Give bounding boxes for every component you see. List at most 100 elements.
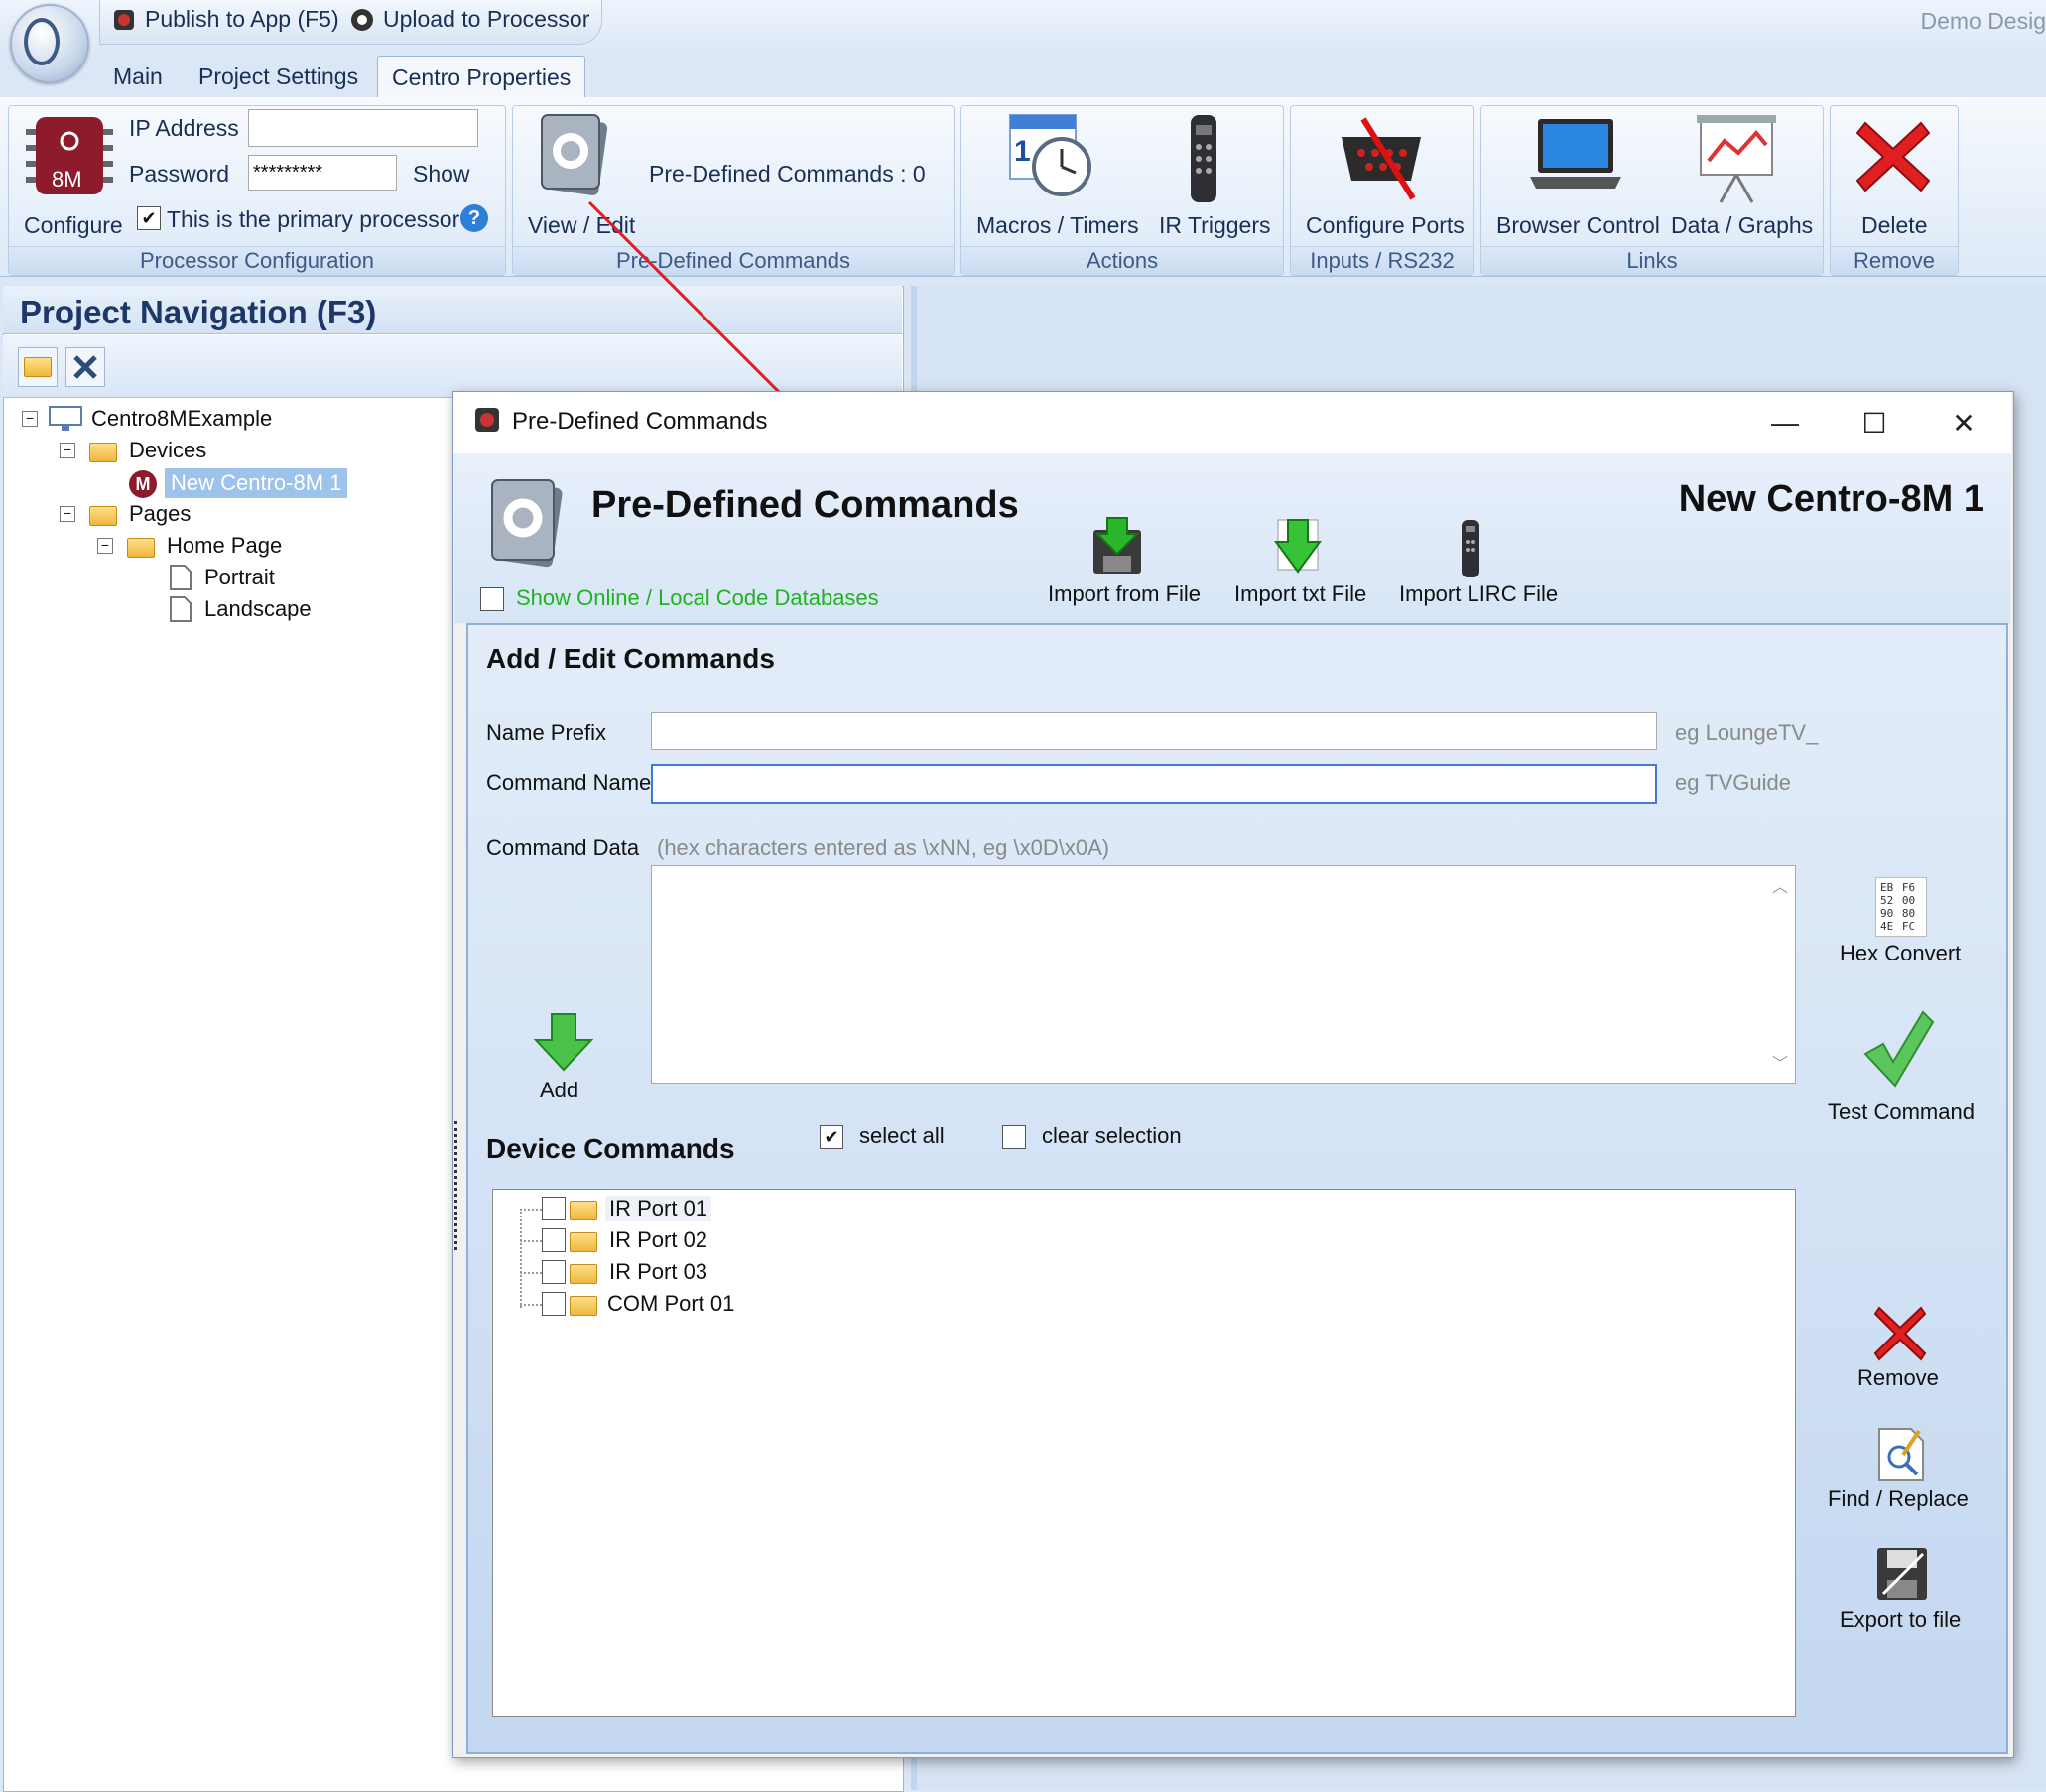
- browser-control-label: Browser Control: [1496, 212, 1660, 238]
- minimize-button[interactable]: —: [1740, 393, 1830, 452]
- ir-triggers-button[interactable]: [1187, 113, 1220, 209]
- select-all-checkbox[interactable]: ✔: [820, 1125, 843, 1149]
- tree-landscape[interactable]: Landscape: [204, 596, 312, 622]
- project-navigation-title: Project Navigation (F3): [20, 294, 377, 330]
- tree-line: [520, 1209, 522, 1308]
- port-checkbox[interactable]: [542, 1260, 566, 1284]
- primary-processor-checkbox[interactable]: ✔: [137, 206, 161, 230]
- app-title: Demo Desig: [1920, 8, 2046, 34]
- red-x-icon: [1873, 1306, 1927, 1361]
- publish-to-app-button[interactable]: Publish to App (F5): [111, 6, 339, 33]
- port-folder-icon: [570, 1264, 597, 1284]
- green-checkmark-icon: [1863, 1010, 1935, 1088]
- clear-selection-checkbox[interactable]: [1002, 1125, 1026, 1149]
- delete-button[interactable]: [1855, 119, 1931, 199]
- command-data-textarea[interactable]: [651, 865, 1796, 1084]
- test-command-button[interactable]: [1861, 1010, 1935, 1094]
- close-icon: [73, 355, 97, 379]
- upload-to-processor-button[interactable]: Upload to Processor: [349, 6, 589, 33]
- import-txt-file-button[interactable]: [1270, 516, 1326, 582]
- remove-command-button[interactable]: [1873, 1306, 1927, 1366]
- delete-label: Delete: [1861, 212, 1928, 238]
- show-online-label[interactable]: Show Online / Local Code Databases: [516, 585, 879, 611]
- command-name-label: Command Name: [486, 770, 652, 795]
- open-folder-button[interactable]: [18, 347, 58, 387]
- tree-pages[interactable]: Pages: [129, 501, 191, 527]
- command-name-hint: eg TVGuide: [1675, 770, 1792, 795]
- add-command-button[interactable]: [532, 1012, 595, 1079]
- data-graphs-button[interactable]: [1695, 111, 1778, 209]
- port-checkbox[interactable]: [542, 1292, 566, 1316]
- device-commands-title: Device Commands: [486, 1133, 735, 1164]
- page-icon: [170, 565, 192, 590]
- import-txt-file-label: Import txt File: [1234, 581, 1367, 606]
- upload-icon: [351, 8, 373, 31]
- add-label: Add: [540, 1078, 579, 1102]
- export-disk-icon: [1877, 1548, 1927, 1600]
- home-page-folder-icon: [127, 538, 155, 558]
- browser-control-button[interactable]: [1528, 115, 1623, 199]
- close-button[interactable]: ✕: [1919, 393, 2008, 452]
- ir-triggers-label: IR Triggers: [1159, 212, 1271, 238]
- tree-home-page[interactable]: Home Page: [167, 533, 282, 559]
- tree-ir-port-03[interactable]: IR Port 03: [609, 1259, 707, 1285]
- clear-selection-label[interactable]: clear selection: [1042, 1123, 1182, 1149]
- find-replace-label: Find / Replace: [1828, 1486, 1969, 1511]
- select-all-label[interactable]: select all: [859, 1123, 945, 1149]
- ip-address-input[interactable]: [248, 109, 478, 147]
- calendar-number: 1: [1014, 135, 1031, 168]
- tree-portrait[interactable]: Portrait: [204, 565, 275, 590]
- tree-line: [520, 1304, 542, 1306]
- device-name-heading: New Centro-8M 1: [1678, 478, 1984, 520]
- collapse-toggle-root[interactable]: −: [22, 411, 38, 427]
- tree-devices[interactable]: Devices: [129, 438, 206, 463]
- help-icon[interactable]: ?: [460, 204, 488, 232]
- group-caption-inputs: Inputs / RS232: [1291, 246, 1473, 275]
- import-from-file-button[interactable]: [1089, 516, 1145, 582]
- import-from-file-label: Import from File: [1048, 581, 1202, 606]
- import-lirc-file-button[interactable]: [1459, 518, 1482, 584]
- import-lirc-file-label: Import LIRC File: [1399, 581, 1559, 606]
- port-checkbox[interactable]: [542, 1228, 566, 1252]
- scroll-down-icon[interactable]: ﹀: [1772, 1050, 1788, 1074]
- tab-centro-properties[interactable]: Centro Properties: [377, 56, 586, 98]
- tree-line: [520, 1240, 542, 1242]
- command-name-input[interactable]: [651, 764, 1657, 804]
- splitter-handle[interactable]: [454, 1121, 463, 1250]
- laptop-icon: [1530, 119, 1621, 189]
- publish-label: Publish to App (F5): [145, 6, 339, 32]
- macros-timers-button[interactable]: 1: [1006, 109, 1101, 209]
- tree-line: [520, 1209, 542, 1211]
- export-to-file-button[interactable]: [1873, 1544, 1931, 1608]
- find-replace-button[interactable]: [1873, 1425, 1931, 1489]
- tree-device-centro[interactable]: New Centro-8M 1: [165, 468, 348, 498]
- port-checkbox[interactable]: [542, 1197, 566, 1220]
- primary-processor-label: This is the primary processor: [167, 206, 460, 232]
- collapse-toggle-home-page[interactable]: −: [97, 538, 113, 554]
- group-caption-actions: Actions: [961, 246, 1283, 275]
- maximize-button[interactable]: ☐: [1830, 393, 1919, 452]
- tree-root-project[interactable]: Centro8MExample: [91, 406, 272, 432]
- hex-convert-label: Hex Convert: [1840, 941, 1962, 965]
- command-data-hint: (hex characters entered as \xNN, eg \x0D…: [657, 835, 1110, 860]
- remove-label: Remove: [1857, 1365, 1939, 1390]
- tree-ir-port-02[interactable]: IR Port 02: [609, 1227, 707, 1253]
- collapse-toggle-devices[interactable]: −: [60, 443, 75, 458]
- configure-button[interactable]: 8M: [22, 111, 117, 200]
- view-edit-button[interactable]: [534, 111, 615, 207]
- command-data-scrollbar[interactable]: ︿ ﹀: [1766, 867, 1792, 1080]
- close-project-button[interactable]: [65, 347, 105, 387]
- tab-project-settings[interactable]: Project Settings: [185, 56, 372, 97]
- show-online-checkbox[interactable]: [480, 587, 504, 611]
- tree-com-port-01[interactable]: COM Port 01: [607, 1291, 734, 1317]
- export-to-file-label: Export to file: [1840, 1607, 1962, 1632]
- password-input[interactable]: *********: [248, 155, 397, 191]
- hex-convert-button[interactable]: EB F6 52 00 90 80 4E FC: [1875, 877, 1927, 937]
- scroll-up-icon[interactable]: ︿: [1772, 873, 1788, 897]
- tab-main[interactable]: Main: [99, 56, 177, 97]
- configure-ports-button[interactable]: [1334, 115, 1429, 207]
- show-password-button[interactable]: Show: [413, 161, 470, 188]
- tree-ir-port-01[interactable]: IR Port 01: [605, 1196, 712, 1221]
- name-prefix-input[interactable]: [651, 712, 1657, 750]
- collapse-toggle-pages[interactable]: −: [60, 506, 75, 522]
